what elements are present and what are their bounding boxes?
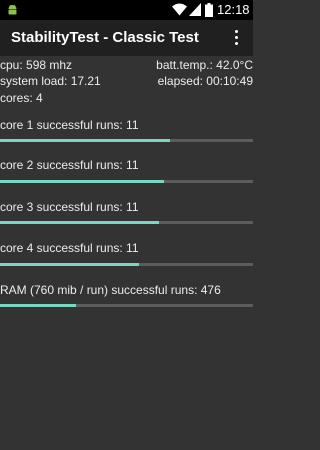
cell-signal-icon	[189, 3, 201, 16]
battery-temperature: batt.temp.: 42.0°C	[156, 58, 253, 72]
status-time: 12:18	[217, 2, 250, 17]
elapsed-time: elapsed: 00:10:49	[157, 74, 253, 88]
progress-track	[0, 263, 253, 266]
status-bar: 12:18	[0, 0, 253, 20]
progress-fill	[0, 263, 140, 266]
core-count: cores: 4	[0, 91, 43, 105]
progress-track	[0, 304, 253, 307]
test-label: core 1 successful runs: 11	[0, 118, 139, 132]
wifi-icon	[172, 3, 187, 16]
cpu-frequency: cpu: 598 mhz	[0, 58, 73, 72]
progress-fill	[0, 221, 160, 224]
app-title: StabilityTest - Classic Test	[11, 29, 199, 46]
progress-fill	[0, 304, 76, 307]
test-label: RAM (760 mib / run) successful runs: 476	[0, 283, 221, 297]
progress-fill	[0, 139, 170, 142]
progress-track	[0, 139, 253, 142]
android-icon	[8, 4, 17, 15]
overflow-menu-icon[interactable]	[230, 29, 244, 47]
test-label: core 3 successful runs: 11	[0, 200, 139, 214]
test-label: core 2 successful runs: 11	[0, 158, 139, 172]
battery-icon	[205, 3, 213, 17]
progress-fill	[0, 180, 165, 183]
progress-track	[0, 221, 253, 224]
progress-track	[0, 180, 253, 183]
system-load: system load: 17.21	[0, 74, 101, 88]
test-label: core 4 successful runs: 11	[0, 241, 139, 255]
app-bar: StabilityTest - Classic Test	[0, 20, 253, 56]
screen: 12:18 StabilityTest - Classic Test cpu: …	[0, 0, 253, 450]
